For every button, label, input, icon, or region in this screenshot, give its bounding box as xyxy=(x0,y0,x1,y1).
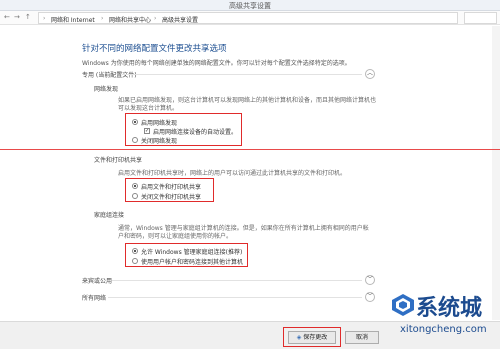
shield-icon: ◈ xyxy=(296,334,302,341)
discovery-off-radio[interactable] xyxy=(132,137,138,143)
breadcrumb[interactable]: › 网络和 Internet › 网络和共享中心 › 高级共享设置 xyxy=(38,12,458,24)
discovery-description: 如果已启用网络发现，则这台计算机可以发现网络上的其他计算机和设备，而且其他网络计… xyxy=(118,97,377,112)
homegroup-useacct-label[interactable]: 使用用户帐户和密码连接到其他计算机 xyxy=(141,257,243,266)
expand-guest-icon[interactable]: ﹀ xyxy=(365,275,375,285)
fileshare-title: 文件和打印机共享 xyxy=(94,157,143,164)
section-divider xyxy=(108,297,362,298)
forward-icon[interactable]: → xyxy=(14,13,20,22)
window-title: 高级共享设置 xyxy=(229,2,271,10)
highlight-line xyxy=(0,149,500,150)
profile-guest-label[interactable]: 来宾或公用 xyxy=(82,276,112,285)
up-icon[interactable]: ↑ xyxy=(25,13,31,22)
breadcrumb-separator: › xyxy=(101,15,104,22)
breadcrumb-separator: › xyxy=(154,15,157,22)
crumb-network-internet[interactable]: 网络和 Internet xyxy=(51,15,95,24)
save-button-label: 保存更改 xyxy=(303,334,328,341)
discovery-off-label[interactable]: 关闭网络发现 xyxy=(141,136,177,145)
address-bar: ← → ↑ › 网络和 Internet › 网络和共享中心 › 高级共享设置 xyxy=(0,11,500,25)
crumb-sharing-center[interactable]: 网络和共享中心 xyxy=(109,15,151,24)
page-title: 针对不同的网络配置文件更改共享选项 xyxy=(82,44,227,54)
search-input[interactable] xyxy=(464,12,497,24)
breadcrumb-separator: › xyxy=(43,15,46,22)
fileshare-off-label[interactable]: 关闭文件和打印机共享 xyxy=(141,192,201,201)
fileshare-on-radio[interactable] xyxy=(132,183,138,189)
fileshare-off-radio[interactable] xyxy=(132,193,138,199)
discovery-on-radio[interactable] xyxy=(132,119,138,125)
crumb-advanced-sharing[interactable]: 高级共享设置 xyxy=(162,15,198,24)
section-divider xyxy=(122,74,362,75)
title-bar: 高级共享设置 xyxy=(0,0,500,11)
back-icon[interactable]: ← xyxy=(4,13,10,22)
save-button[interactable]: ◈ 保存更改 xyxy=(288,331,336,344)
scrollbar[interactable] xyxy=(492,26,500,320)
collapse-private-icon[interactable]: ︿ xyxy=(365,69,375,79)
profile-all-label[interactable]: 所有网络 xyxy=(82,293,106,302)
section-divider xyxy=(112,280,362,281)
homegroup-allow-radio[interactable] xyxy=(132,248,138,254)
homegroup-allow-label[interactable]: 允许 Windows 管理家庭组连接(推荐) xyxy=(141,247,242,256)
discovery-title: 网络发现 xyxy=(94,86,119,93)
watermark: 系统城 xitongcheng.com xyxy=(390,290,500,349)
intro-text: Windows 为你使用的每个网络创建单独的网络配置文件。你可以针对每个配置文件… xyxy=(82,60,351,67)
fileshare-on-label[interactable]: 启用文件和打印机共享 xyxy=(141,182,201,191)
homegroup-useacct-radio[interactable] xyxy=(132,258,138,264)
cancel-button[interactable]: 取消 xyxy=(345,331,379,344)
fileshare-description: 启用文件和打印机共享时，网络上的用户可以访问通过此计算机共享的文件和打印机。 xyxy=(118,170,347,177)
watermark-brand: 系统城 xyxy=(416,296,483,321)
watermark-logo-icon xyxy=(392,294,414,316)
auto-setup-checkbox[interactable]: ✓ xyxy=(144,128,150,134)
homegroup-description: 通常，Windows 管理与家庭组计算机的连接。但是，如果你在所有计算机上拥有相… xyxy=(118,225,369,240)
auto-setup-label[interactable]: 启用网络连接设备的自动设置。 xyxy=(153,127,237,136)
watermark-url: xitongcheng.com xyxy=(400,324,487,335)
expand-all-icon[interactable]: ﹀ xyxy=(365,292,375,302)
homegroup-title: 家庭组连接 xyxy=(94,212,125,219)
discovery-on-label[interactable]: 启用网络发现 xyxy=(141,118,177,127)
